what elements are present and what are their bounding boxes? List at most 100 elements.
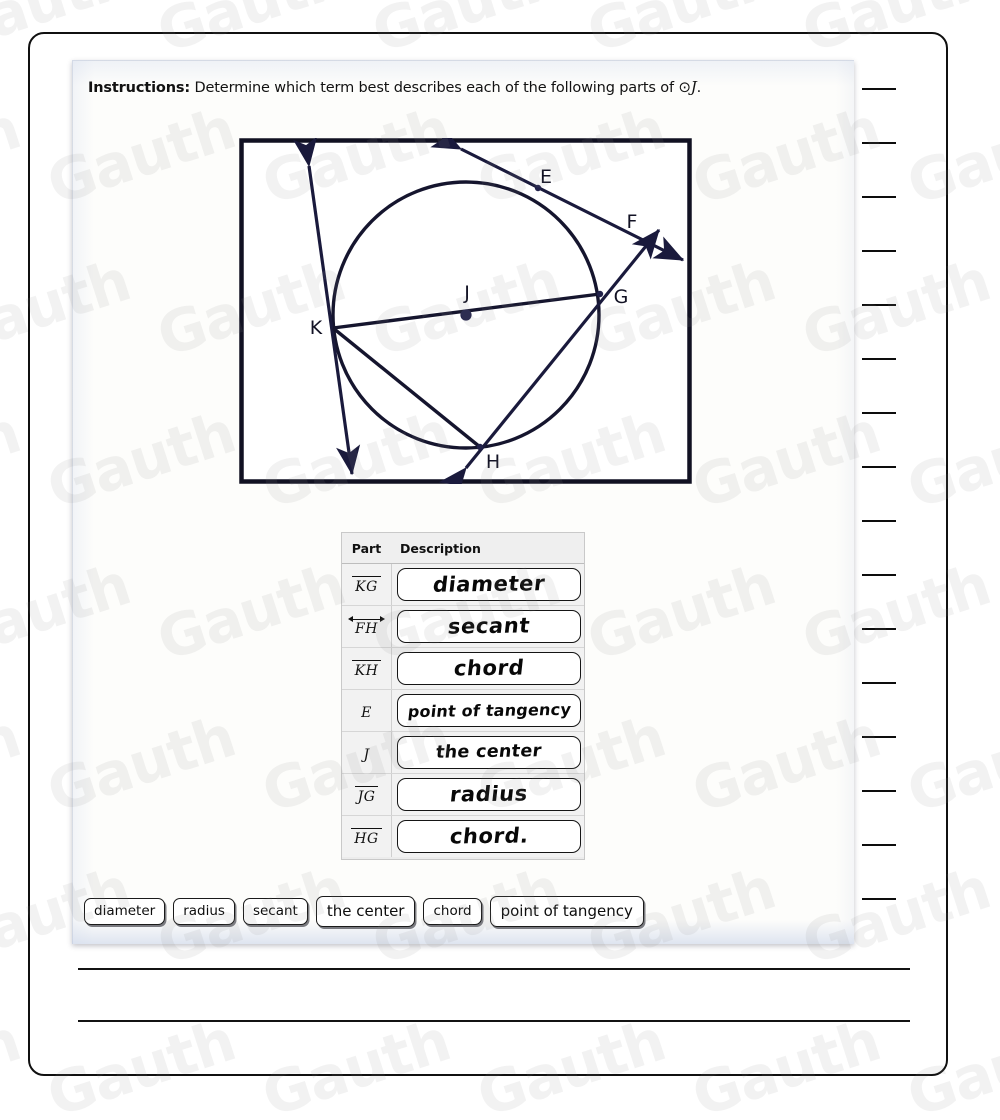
handwritten-answer: point of tangency	[406, 699, 572, 721]
instructions-period: .	[696, 80, 702, 96]
table-row: Epoint of tangency	[342, 690, 584, 732]
description-cell: radius	[392, 774, 584, 815]
overline-bar	[351, 827, 382, 829]
answer-box[interactable]: secant	[397, 610, 581, 643]
part-label: KG	[355, 578, 378, 595]
word-bank-chip[interactable]: chord	[423, 898, 482, 925]
point-marker-g	[596, 290, 604, 298]
handwritten-answer: radius	[448, 781, 530, 807]
ruled-line-short	[862, 520, 896, 522]
ruled-line-short	[862, 682, 896, 684]
description-cell: chord	[392, 648, 584, 689]
overline-bar	[347, 616, 386, 623]
point-notation: J	[361, 744, 371, 762]
watermark-text: Gauth	[0, 93, 28, 219]
answer-box[interactable]: radius	[397, 778, 581, 811]
answer-box[interactable]: point of tangency	[397, 694, 581, 727]
description-cell: secant	[392, 606, 584, 647]
ruled-line-short	[862, 628, 896, 630]
part-cell: KH	[342, 648, 392, 689]
answer-box[interactable]: chord.	[397, 820, 581, 853]
part-label: E	[361, 704, 372, 721]
part-label: HG	[354, 830, 379, 847]
watermark-text: Gauth	[0, 1005, 28, 1120]
description-cell: the center	[392, 732, 584, 773]
watermark-text: Gauth	[0, 397, 28, 523]
handwritten-answer: chord	[452, 655, 526, 681]
column-header-description: Description	[400, 540, 481, 556]
instructions-label: Instructions:	[88, 80, 191, 96]
part-cell: JG	[342, 774, 392, 815]
word-bank-chip[interactable]: point of tangency	[489, 896, 644, 927]
parts-description-table: Part Description KG diameter FH secant KH cho…	[341, 532, 585, 860]
ruled-line-short	[862, 358, 896, 360]
handwritten-answer: diameter	[431, 571, 547, 597]
instructions-line: Instructions: Determine which term best …	[88, 78, 828, 96]
column-header-part: Part	[351, 540, 382, 556]
center-point-dot	[460, 309, 472, 321]
diagram-label-f: F	[627, 211, 638, 233]
table-header-row: Part Description	[342, 533, 584, 564]
ruled-line-short	[862, 790, 896, 792]
table-row: FH secant	[342, 606, 584, 648]
table-row: HG chord.	[342, 816, 584, 857]
point-notation: E	[359, 702, 374, 720]
ruled-line-short	[862, 304, 896, 306]
table-row: KH chord	[342, 648, 584, 690]
part-cell: J	[342, 732, 392, 773]
overline-bar	[352, 575, 381, 577]
circle-diagram: J K E F G H	[239, 138, 692, 484]
point-marker-h	[476, 443, 484, 451]
ruled-line-short	[862, 736, 896, 738]
ruled-line-short	[862, 250, 896, 252]
overline-bar	[354, 785, 379, 787]
ruled-line-short	[862, 844, 896, 846]
table-body: KG diameter FH secant KH chord Epoint of tange…	[342, 564, 584, 857]
ruled-line-bottom-1	[78, 968, 910, 970]
part-label: JG	[357, 788, 376, 805]
ruled-line-short	[862, 196, 896, 198]
description-cell: diameter	[392, 564, 584, 605]
diagram-label-e: E	[540, 166, 552, 188]
ruled-line-short	[862, 412, 896, 414]
word-bank: diameter radius secant the center chord point…	[84, 896, 844, 927]
ruled-line-short	[862, 88, 896, 90]
ruled-line-short	[862, 142, 896, 144]
part-cell: E	[342, 690, 392, 731]
ruled-line-bottom-2	[78, 1020, 910, 1022]
diagram-label-g: G	[614, 286, 629, 308]
table-row: Jthe center	[342, 732, 584, 774]
description-cell: chord.	[392, 816, 584, 857]
answer-box[interactable]: chord	[397, 652, 581, 685]
segment-notation: HG	[351, 827, 382, 847]
segment-notation: KG	[352, 575, 381, 595]
word-bank-chip[interactable]: radius	[173, 898, 235, 925]
segment-notation: JG	[354, 785, 379, 805]
table-row: KG diameter	[342, 564, 584, 606]
part-cell: KG	[342, 564, 392, 605]
part-label: J	[363, 746, 370, 763]
ruled-line-short	[862, 898, 896, 900]
handwritten-answer: secant	[446, 613, 532, 639]
answer-box[interactable]: the center	[397, 736, 581, 769]
description-cell: point of tangency	[392, 690, 584, 731]
overline-bar	[351, 659, 382, 661]
answer-box[interactable]: diameter	[397, 568, 581, 601]
diagram-label-h: H	[486, 451, 500, 473]
word-bank-chip[interactable]: secant	[242, 898, 308, 925]
line-notation: FH	[347, 616, 386, 637]
word-bank-chip[interactable]: diameter	[84, 898, 166, 925]
ruled-line-short	[862, 574, 896, 576]
word-bank-chip[interactable]: the center	[315, 896, 416, 927]
diagram-label-j: J	[463, 282, 470, 304]
part-label: KH	[354, 662, 379, 679]
segment-notation: KH	[351, 659, 382, 679]
ruled-line-short	[862, 466, 896, 468]
handwritten-answer: the center	[435, 741, 543, 763]
handwritten-answer: chord.	[448, 823, 530, 849]
watermark-text: Gauth	[0, 701, 28, 827]
instructions-text: Determine which term best describes each…	[194, 80, 674, 96]
part-label: FH	[355, 620, 378, 637]
worksheet-photo: Instructions: Determine which term best …	[72, 60, 854, 944]
diagram-label-k: K	[310, 317, 323, 339]
